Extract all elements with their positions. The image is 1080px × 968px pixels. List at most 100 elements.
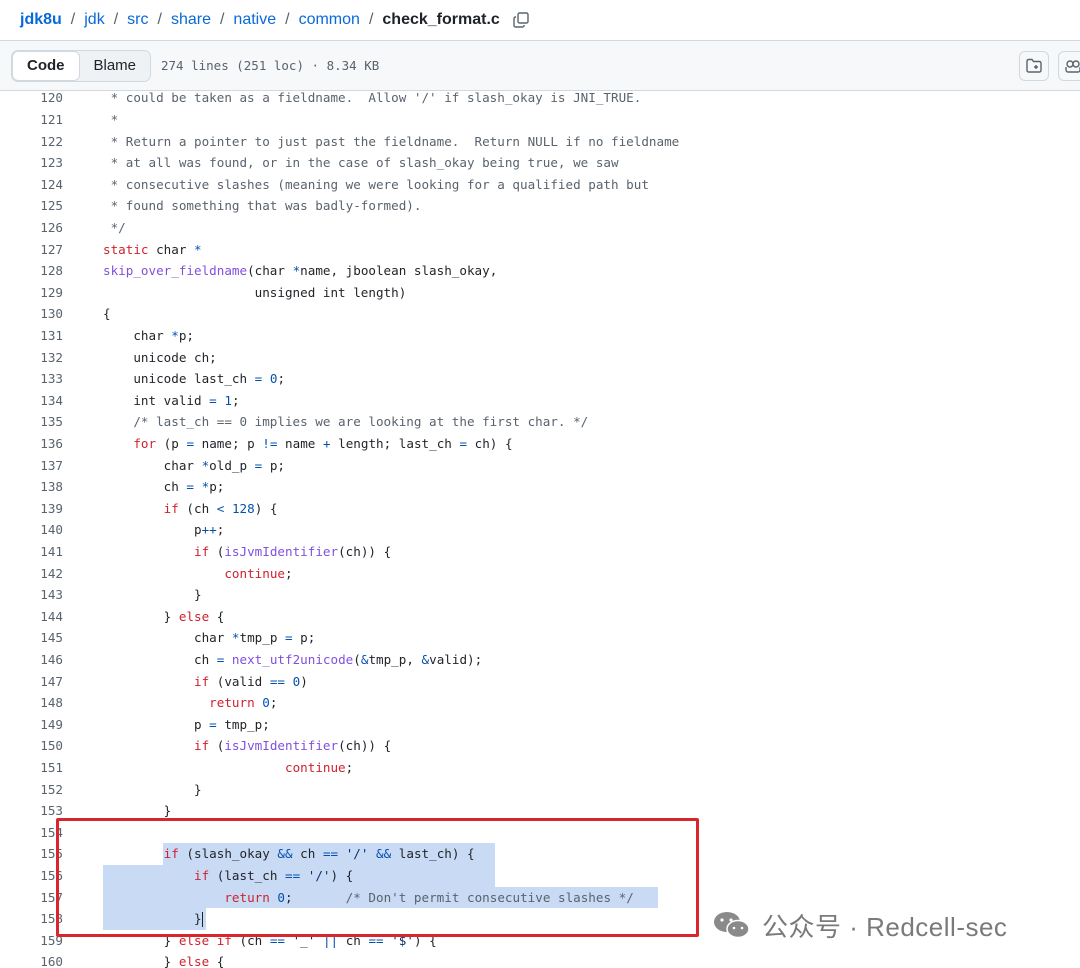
watermark-text: 公众号 · Redcell-sec — [762, 911, 1008, 942]
code-token: char — [103, 457, 202, 473]
watermark: 公众号 · Redcell-sec — [712, 905, 1007, 945]
line-number[interactable]: 122 — [0, 131, 63, 153]
blame-tab[interactable]: Blame — [80, 51, 151, 81]
line-number[interactable]: 159 — [0, 930, 63, 952]
line-number[interactable]: 121 — [0, 109, 63, 131]
breadcrumb-link-share[interactable]: share — [171, 11, 211, 29]
line-number[interactable]: 134 — [0, 390, 63, 412]
copilot-button[interactable] — [1058, 51, 1080, 81]
code-token: && — [277, 846, 293, 862]
code-token: ( — [209, 738, 225, 754]
line-number[interactable]: 150 — [0, 735, 63, 757]
code-text: if (valid == 0) — [103, 671, 308, 693]
line-number[interactable]: 132 — [0, 347, 63, 369]
code-text: if (isJvmIdentifier(ch)) { — [103, 541, 391, 563]
line-number[interactable]: 133 — [0, 368, 63, 390]
line-number[interactable]: 158 — [0, 908, 63, 930]
code-line: 151 continue; — [0, 757, 1080, 779]
code-line: 120 * could be taken as a fieldname. All… — [0, 91, 1080, 109]
line-number[interactable]: 142 — [0, 563, 63, 585]
code-token: if — [194, 544, 210, 559]
line-number[interactable]: 137 — [0, 455, 63, 477]
code-token: '_' — [292, 932, 316, 948]
line-number[interactable]: 127 — [0, 239, 63, 261]
line-number[interactable]: 149 — [0, 714, 63, 736]
code-token: 128 — [231, 500, 255, 516]
line-number[interactable]: 144 — [0, 606, 63, 628]
line-number[interactable]: 136 — [0, 433, 63, 455]
code-token: { — [209, 954, 225, 968]
line-number[interactable]: 152 — [0, 779, 63, 801]
code-token: else — [178, 608, 210, 624]
code-token: && — [376, 846, 392, 862]
breadcrumb-link-jdk[interactable]: jdk — [84, 11, 104, 29]
breadcrumb-link-common[interactable]: common — [299, 11, 360, 29]
line-number[interactable]: 123 — [0, 152, 63, 174]
line-number[interactable]: 151 — [0, 757, 63, 779]
code-text: } else { — [103, 606, 225, 628]
line-number[interactable]: 140 — [0, 519, 63, 541]
code-token: p; — [262, 457, 286, 473]
code-text: char *old_p = p; — [103, 455, 285, 477]
code-token: (slash_okay — [178, 846, 278, 862]
breadcrumb-link-native[interactable]: native — [233, 11, 276, 29]
breadcrumb-separator: / — [368, 11, 374, 28]
line-number[interactable]: 156 — [0, 865, 63, 887]
line-number[interactable]: 120 — [0, 91, 63, 109]
code-token: valid); — [429, 652, 483, 667]
code-line: 121 * — [0, 109, 1080, 131]
code-line: 141 if (isJvmIdentifier(ch)) { — [0, 541, 1080, 563]
code-text: { — [103, 303, 111, 325]
line-number[interactable]: 131 — [0, 325, 63, 347]
code-token: return — [224, 889, 270, 905]
breadcrumb-link-src[interactable]: src — [127, 11, 148, 29]
line-number[interactable]: 153 — [0, 800, 63, 822]
code-text: * could be taken as a fieldname. Allow '… — [103, 91, 642, 109]
line-number[interactable]: 143 — [0, 584, 63, 606]
code-token: ; — [269, 695, 278, 711]
line-number[interactable]: 139 — [0, 498, 63, 520]
line-number[interactable]: 146 — [0, 649, 63, 671]
line-number[interactable]: 130 — [0, 303, 63, 325]
line-number[interactable]: 129 — [0, 282, 63, 304]
line-number[interactable]: 155 — [0, 843, 63, 865]
code-text: } else if (ch == '_' || ch == '$') { — [103, 930, 437, 952]
breadcrumb-separator: / — [70, 11, 76, 28]
code-line: 123 * at all was found, or in the case o… — [0, 152, 1080, 174]
code-token: (p — [156, 436, 187, 451]
code-text: */ — [103, 217, 126, 239]
code-text: continue; — [103, 563, 292, 585]
code-token: (ch)) { — [338, 544, 392, 559]
line-number[interactable]: 126 — [0, 217, 63, 239]
line-number[interactable]: 138 — [0, 476, 63, 498]
line-number[interactable]: 160 — [0, 951, 63, 968]
line-number[interactable]: 148 — [0, 692, 63, 714]
line-number[interactable]: 154 — [0, 822, 63, 844]
line-number[interactable]: 147 — [0, 671, 63, 693]
code-text: * found something that was badly-formed)… — [103, 195, 422, 217]
code-token: ; — [277, 371, 286, 387]
code-token: unicode last_ch — [103, 371, 255, 387]
code-token: ch — [292, 846, 323, 862]
code-token: * — [231, 630, 240, 646]
copilot-chat-icon — [1026, 58, 1042, 73]
line-number[interactable]: 125 — [0, 195, 63, 217]
code-text: continue; — [103, 757, 353, 779]
code-token: * Return a pointer to just past the fiel… — [103, 133, 680, 149]
line-number[interactable]: 135 — [0, 411, 63, 433]
line-number[interactable]: 124 — [0, 174, 63, 196]
code-tab[interactable]: Code — [12, 51, 80, 81]
code-token: char — [103, 630, 232, 646]
copilot-chat-button[interactable] — [1019, 51, 1049, 81]
line-number[interactable]: 157 — [0, 887, 63, 909]
line-number[interactable]: 128 — [0, 260, 63, 282]
line-number[interactable]: 141 — [0, 541, 63, 563]
copy-path-icon[interactable] — [512, 11, 530, 29]
code-token: ++ — [201, 522, 217, 538]
code-line: 134 int valid = 1; — [0, 390, 1080, 412]
breadcrumb-link-repo[interactable]: jdk8u — [20, 11, 62, 29]
code-token: (ch — [231, 932, 270, 948]
line-number[interactable]: 145 — [0, 627, 63, 649]
